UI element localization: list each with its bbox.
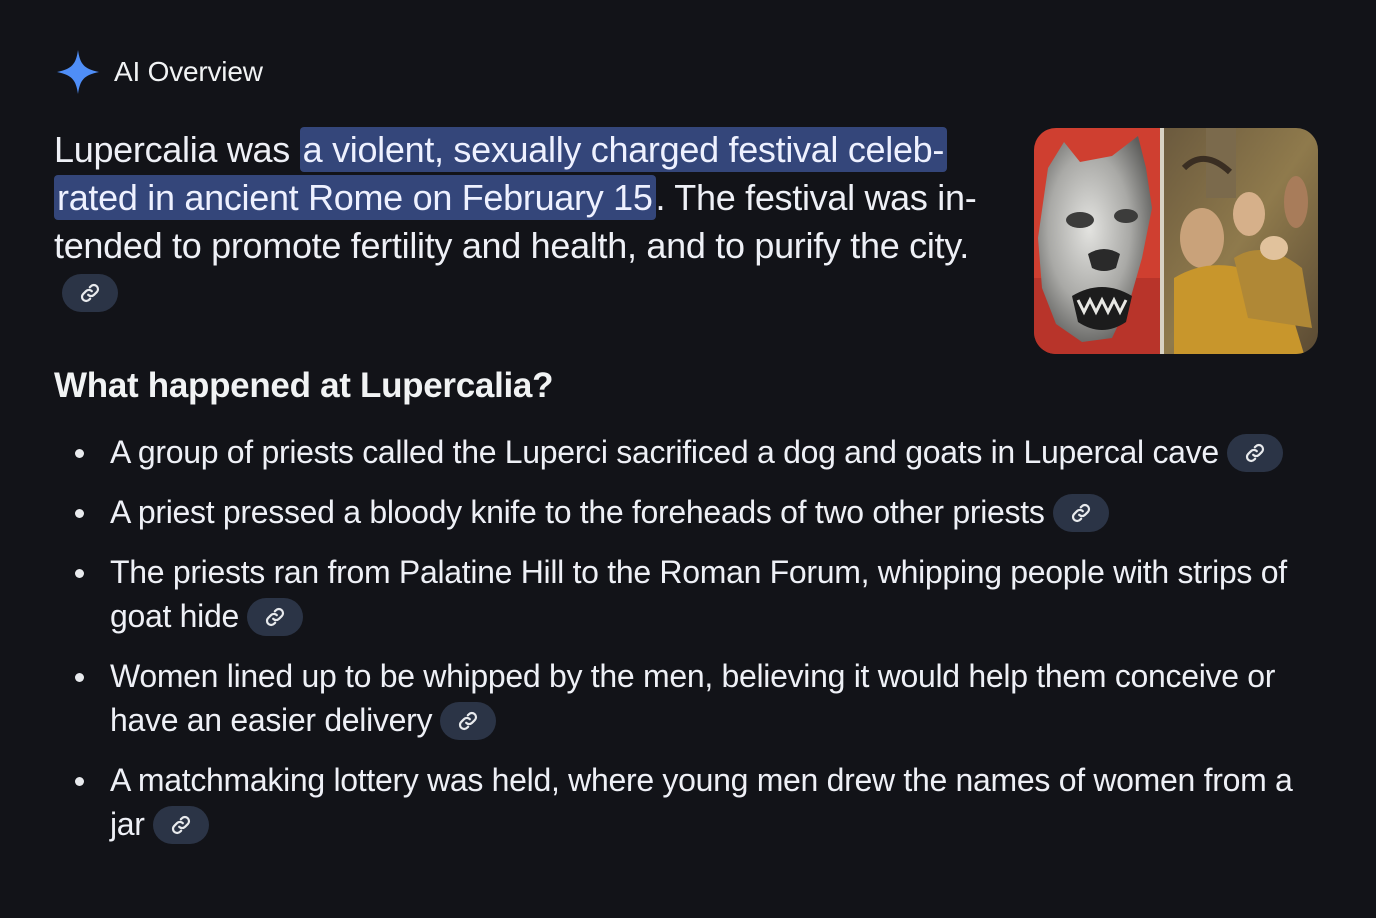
link-icon (459, 711, 478, 730)
lupercalia-thumbnail[interactable] (1034, 128, 1318, 354)
thumbnail-image (1034, 128, 1318, 354)
link-icon (1245, 443, 1264, 462)
section-heading: What happened at Lupercalia? (54, 366, 554, 405)
ai-overview-header: AI Overview (54, 46, 263, 98)
sparkle-icon (54, 46, 102, 98)
list-item-text: A matchmaking lottery was held, where yo… (110, 762, 1293, 842)
source-link-button[interactable] (152, 805, 209, 844)
source-link-button[interactable] (1052, 493, 1109, 532)
list-item: Women lined up to be whipped by the men,… (54, 654, 1329, 742)
list-item-text: Women lined up to be whipped by the men,… (110, 658, 1276, 738)
list-item: A matchmaking lottery was held, where yo… (54, 758, 1329, 846)
link-icon (80, 284, 100, 303)
summary-lead-text: Lupercalia was (54, 129, 300, 170)
overview-summary: Lupercalia was a violent, sexually charg… (54, 126, 1014, 318)
list-item: A group of priests called the Luperci sa… (54, 430, 1329, 474)
ai-overview-title: AI Overview (114, 56, 263, 87)
list-item-text: A priest pressed a bloody knife to the f… (110, 494, 1045, 530)
source-link-button[interactable] (440, 701, 497, 740)
link-icon (1071, 503, 1090, 522)
source-link-button[interactable] (246, 597, 303, 636)
list-item: The priests ran from Palatine Hill to th… (54, 550, 1329, 638)
source-link-button[interactable] (62, 274, 118, 313)
list-item-text: A group of priests called the Luperci sa… (110, 434, 1219, 470)
link-icon (265, 607, 285, 626)
events-list: A group of priests called the Luperci sa… (54, 430, 1329, 862)
link-icon (171, 815, 190, 834)
source-link-button[interactable] (1226, 433, 1283, 472)
list-item: A priest pressed a bloody knife to the f… (54, 490, 1329, 534)
